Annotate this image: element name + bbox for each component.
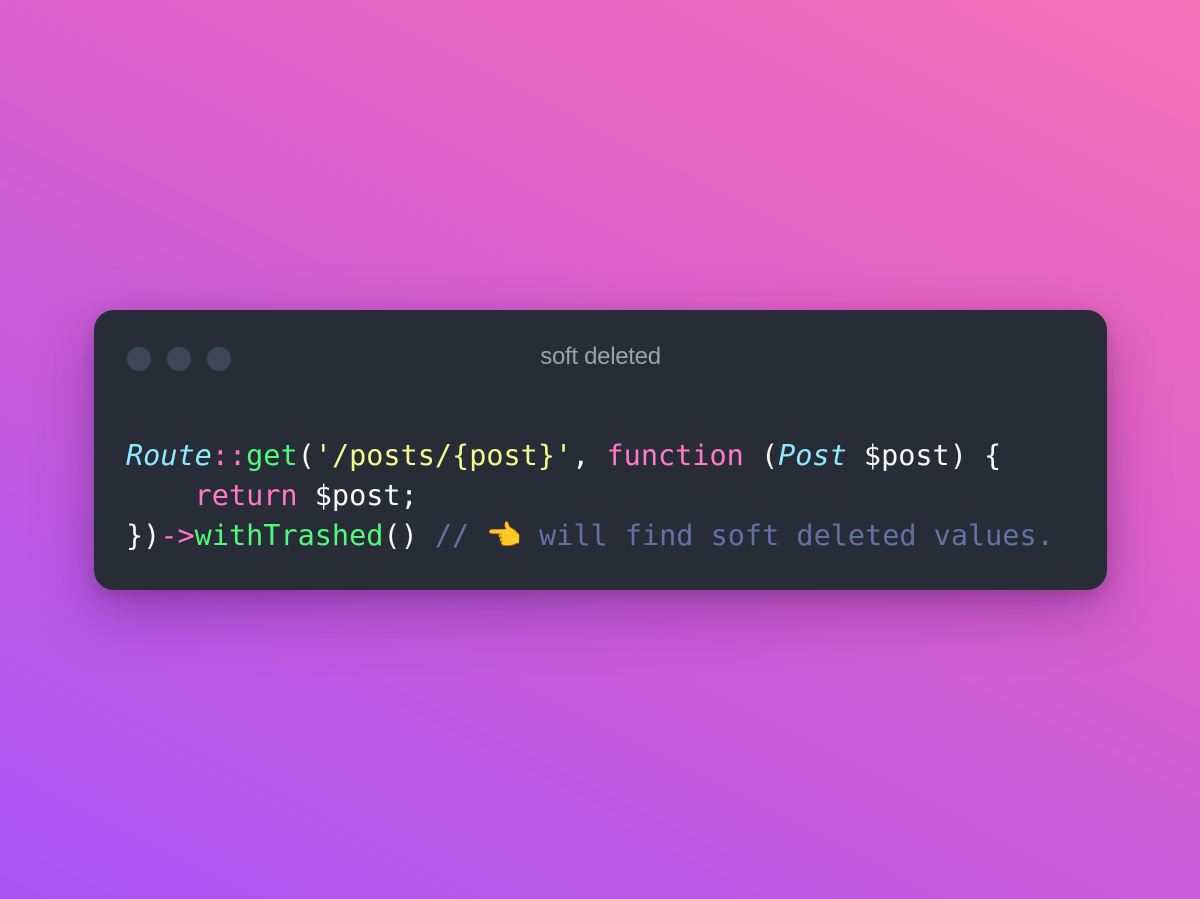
code-token-text: (	[297, 439, 315, 472]
code-token-text: $post) {	[846, 439, 1002, 472]
code-token-func: get	[246, 439, 298, 472]
code-token-comment: //	[434, 519, 487, 552]
code-token-text: ,	[572, 439, 607, 472]
code-block: Route::get('/posts/{post}', function (Po…	[126, 436, 1054, 556]
code-token-kw: return	[194, 479, 298, 512]
code-token-class: Post	[778, 439, 847, 472]
code-token-punc: ::	[211, 439, 247, 472]
code-token-comment: will find soft deleted values.	[521, 519, 1054, 552]
code-token-text: })	[126, 519, 161, 552]
window-title: soft deleted	[540, 343, 661, 370]
code-token-class: Route	[126, 439, 212, 472]
code-line: return $post;	[126, 476, 1054, 516]
code-token-text: $post;	[297, 479, 418, 512]
code-window: soft deleted Route::get('/posts/{post}',…	[94, 310, 1107, 590]
code-line: Route::get('/posts/{post}', function (Po…	[126, 436, 1054, 476]
code-line: })->withTrashed() // 👈 will find soft de…	[126, 516, 1054, 556]
code-token-text: ()	[383, 519, 435, 552]
pointing-hand-icon: 👈	[486, 519, 522, 552]
code-token-kw: function	[606, 439, 744, 472]
code-token-func: withTrashed	[194, 519, 384, 552]
code-token-str: '/posts/{post}'	[314, 439, 573, 472]
code-token-text: (	[743, 439, 779, 472]
code-token-punc: ->	[160, 519, 195, 552]
